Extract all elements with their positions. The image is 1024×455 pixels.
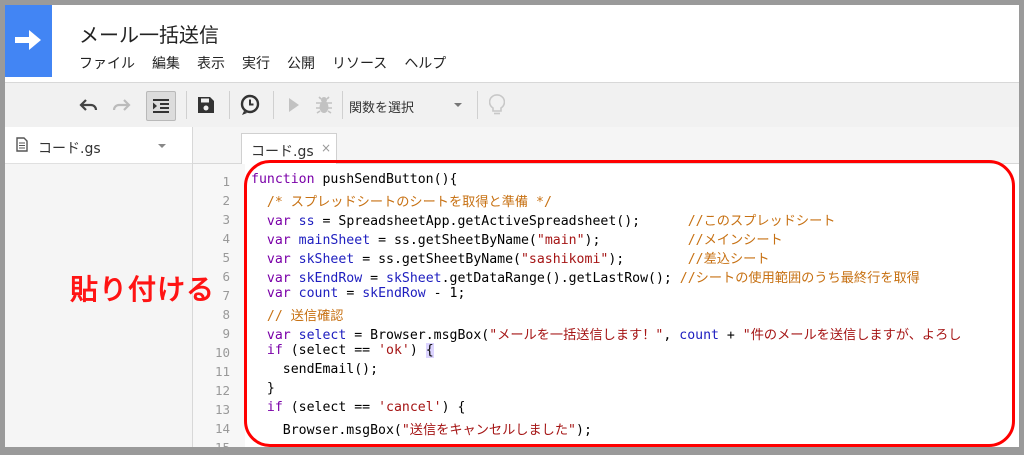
toolbar-divider bbox=[342, 91, 343, 119]
tab-label: コード.gs bbox=[251, 144, 314, 160]
line-number: 11 bbox=[214, 364, 230, 379]
sidebar-file-name: コード.gs bbox=[38, 141, 101, 157]
toolbar-divider bbox=[186, 91, 187, 119]
lightbulb-button[interactable] bbox=[485, 91, 509, 119]
line-number: 12 bbox=[214, 383, 230, 398]
menu-file[interactable]: ファイル bbox=[79, 53, 135, 75]
line-number: 15 bbox=[214, 440, 230, 455]
save-button[interactable] bbox=[194, 91, 218, 119]
debug-button[interactable] bbox=[312, 91, 336, 119]
indent-icon bbox=[153, 99, 169, 113]
close-icon[interactable]: × bbox=[321, 141, 331, 155]
redo-button[interactable] bbox=[109, 91, 133, 119]
run-icon bbox=[289, 98, 299, 112]
indent-button[interactable] bbox=[146, 91, 176, 121]
toolbar-divider bbox=[273, 91, 274, 119]
debug-bug-icon bbox=[316, 96, 332, 114]
line-number: 4 bbox=[222, 231, 230, 246]
undo-button[interactable] bbox=[77, 91, 101, 119]
line-number: 8 bbox=[222, 307, 230, 322]
line-number: 14 bbox=[214, 421, 230, 436]
editor-tab-bar: コード.gs × bbox=[193, 127, 1019, 164]
document-icon bbox=[16, 137, 28, 152]
line-number: 13 bbox=[214, 402, 230, 417]
function-select-label: 関数を選択 bbox=[349, 101, 415, 116]
triggers-clock-icon bbox=[240, 94, 260, 115]
redo-icon bbox=[112, 99, 131, 111]
menu-run[interactable]: 実行 bbox=[242, 53, 270, 75]
triggers-button[interactable] bbox=[237, 91, 263, 119]
line-number: 10 bbox=[214, 345, 230, 360]
chevron-down-icon bbox=[454, 103, 462, 107]
toolbar-divider bbox=[477, 91, 478, 119]
menu-publish[interactable]: 公開 bbox=[287, 53, 315, 75]
menu-help[interactable]: ヘルプ bbox=[404, 53, 446, 75]
menu-bar: ファイル 編集 表示 実行 公開 リソース ヘルプ bbox=[79, 53, 446, 75]
undo-icon bbox=[79, 99, 98, 111]
line-number: 2 bbox=[222, 193, 230, 208]
chevron-down-icon[interactable] bbox=[158, 144, 166, 148]
paste-callout: 貼り付ける bbox=[70, 273, 216, 306]
line-number: 1 bbox=[222, 174, 230, 189]
line-number: 9 bbox=[222, 326, 230, 341]
lightbulb-icon bbox=[489, 94, 505, 115]
arrow-right-icon bbox=[15, 30, 41, 50]
project-title[interactable]: メール一括送信 bbox=[79, 19, 219, 48]
sidebar-file-item[interactable]: コード.gs bbox=[5, 127, 192, 164]
apps-script-logo[interactable] bbox=[5, 5, 52, 77]
menu-edit[interactable]: 編集 bbox=[152, 53, 180, 75]
toolbar-divider bbox=[229, 91, 230, 119]
toolbar: 関数を選択 bbox=[5, 82, 1019, 128]
save-icon bbox=[198, 97, 214, 113]
line-number: 3 bbox=[222, 212, 230, 227]
run-button[interactable] bbox=[283, 91, 305, 119]
highlight-outline bbox=[244, 160, 1015, 447]
line-number: 5 bbox=[222, 250, 230, 265]
menu-view[interactable]: 表示 bbox=[197, 53, 225, 75]
menu-resources[interactable]: リソース bbox=[332, 53, 387, 75]
